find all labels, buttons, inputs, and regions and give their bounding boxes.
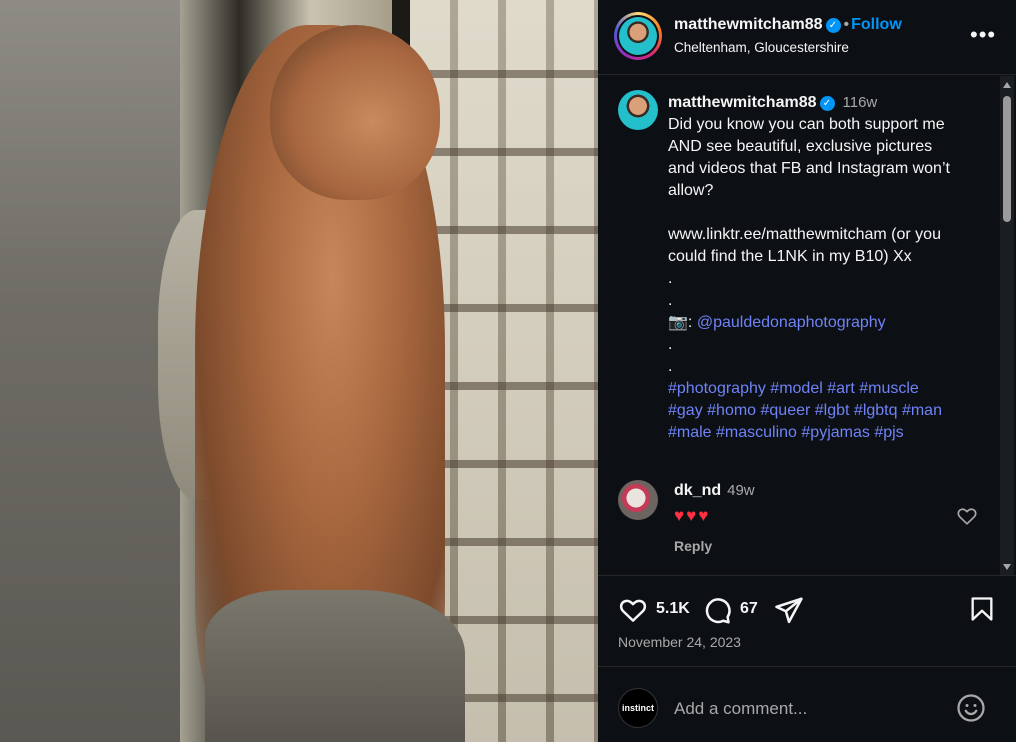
profile-story-ring[interactable] bbox=[614, 12, 662, 60]
share-icon[interactable] bbox=[774, 595, 804, 625]
more-icon[interactable]: ••• bbox=[970, 22, 996, 48]
caption-username[interactable]: matthewmitcham88 bbox=[668, 94, 817, 111]
hashtag-line[interactable]: #male #masculino #pyjamas #pjs bbox=[668, 422, 988, 444]
post-actions: 5.1K 67 November 24, 2023 bbox=[598, 577, 1016, 667]
caption-line: could find the L1NK in my B10) Xx bbox=[668, 248, 912, 265]
comment-text: ♥♥♥ bbox=[674, 506, 711, 525]
caption-line: www.linktr.ee/matthewmitcham (or you bbox=[668, 226, 941, 243]
commenter-avatar[interactable] bbox=[618, 480, 658, 520]
caption-line: Did you know you can both support me bbox=[668, 116, 945, 133]
photo-credit-line: 📷: @pauldedonaphotography bbox=[668, 314, 886, 331]
post-image[interactable] bbox=[0, 0, 598, 742]
verified-icon: ✓ bbox=[825, 18, 841, 33]
separator-dot: • bbox=[843, 16, 850, 33]
caption-line: and videos that FB and Instagram won’t bbox=[668, 160, 950, 177]
comments-scroll-area[interactable]: matthewmitcham88 ✓ 116w Did you know you c… bbox=[598, 76, 1016, 576]
profile-avatar[interactable] bbox=[619, 17, 657, 55]
heart-icon[interactable] bbox=[618, 595, 648, 625]
post-date[interactable]: November 24, 2023 bbox=[618, 634, 741, 650]
image-shorts bbox=[205, 590, 465, 742]
post-side-panel: matthewmitcham88 ✓ • Follow Cheltenham, Glo… bbox=[598, 0, 1016, 742]
caption-line: . bbox=[668, 270, 673, 287]
caption-line: allow? bbox=[668, 182, 714, 199]
caption-avatar[interactable] bbox=[618, 90, 658, 130]
like-count[interactable]: 5.1K bbox=[656, 600, 690, 618]
follow-button[interactable]: Follow bbox=[851, 16, 902, 33]
comment-icon[interactable] bbox=[702, 595, 732, 625]
caption-line: AND see beautiful, exclusive pictures bbox=[668, 138, 933, 155]
header-username[interactable]: matthewmitcham88 bbox=[674, 16, 823, 33]
verified-icon: ✓ bbox=[819, 96, 835, 111]
camera-icon: 📷 bbox=[668, 314, 688, 331]
caption-time[interactable]: 116w bbox=[843, 94, 878, 111]
current-user-avatar: instinct bbox=[618, 688, 658, 728]
comment-count[interactable]: 67 bbox=[740, 600, 758, 618]
post-location[interactable]: Cheltenham, Gloucestershire bbox=[674, 40, 849, 55]
image-head bbox=[270, 25, 440, 200]
hashtag-line[interactable]: #gay #homo #queer #lgbt #lgbtq #man bbox=[668, 400, 988, 422]
scrollbar-thumb[interactable] bbox=[1003, 96, 1011, 222]
comment-like-heart-icon[interactable] bbox=[956, 505, 978, 527]
add-comment-bar: instinct bbox=[598, 668, 1016, 742]
caption-line: . bbox=[668, 358, 673, 375]
reply-button[interactable]: Reply bbox=[674, 538, 712, 554]
scroll-up-arrow-icon[interactable] bbox=[1003, 82, 1011, 88]
commenter-username[interactable]: dk_nd bbox=[674, 482, 721, 499]
image-wall bbox=[0, 0, 180, 742]
header-username-row: matthewmitcham88 ✓ • Follow bbox=[674, 16, 902, 34]
photo-credit-link[interactable]: @pauldedonaphotography bbox=[697, 314, 886, 331]
bookmark-icon[interactable] bbox=[968, 595, 996, 623]
post-header: matthewmitcham88 ✓ • Follow Cheltenham, Glo… bbox=[598, 0, 1016, 75]
caption-line: . bbox=[668, 336, 673, 353]
caption-line: . bbox=[668, 292, 673, 309]
emoji-icon[interactable] bbox=[956, 693, 986, 723]
caption-line bbox=[668, 202, 988, 224]
caption-header: matthewmitcham88 ✓ 116w bbox=[668, 92, 988, 114]
hashtag-line[interactable]: #photography #model #art #muscle bbox=[668, 378, 988, 400]
post-caption: matthewmitcham88 ✓ 116w Did you know you c… bbox=[668, 92, 988, 444]
scrollbar[interactable] bbox=[1000, 76, 1014, 575]
add-comment-input[interactable] bbox=[674, 698, 934, 720]
comment-header: dk_nd 49w bbox=[674, 482, 755, 500]
comment-time[interactable]: 49w bbox=[727, 482, 755, 499]
scroll-down-arrow-icon[interactable] bbox=[1003, 564, 1011, 570]
